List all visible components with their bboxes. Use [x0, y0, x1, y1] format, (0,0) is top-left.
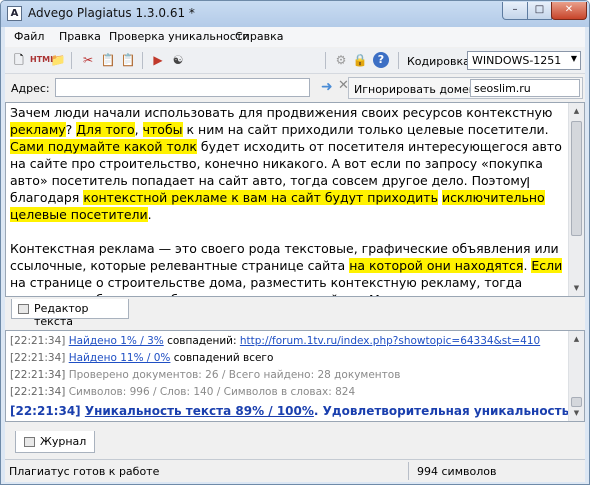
- chevron-down-icon: ▼: [570, 54, 577, 63]
- document-icon: [18, 304, 29, 314]
- client-area: Файл Правка Проверка уникальности Справк…: [5, 27, 585, 482]
- log-match-link[interactable]: Найдено 1% / 3%: [69, 335, 164, 347]
- menu-check-uniqueness[interactable]: Проверка уникальности: [109, 30, 249, 43]
- ignore-domains-group: Игнорировать домены: seoslim.ru: [348, 77, 583, 99]
- app-window: A Advego Plagiatus 1.3.0.61 * – □ ✕ Файл…: [0, 0, 590, 485]
- maximize-button[interactable]: □: [527, 2, 552, 20]
- highlighted-fragment: Сами подумайте какой толк: [10, 139, 197, 154]
- encoding-label: Кодировка:: [407, 55, 474, 68]
- ignore-domains-input[interactable]: seoslim.ru: [470, 79, 580, 97]
- editor-paragraph[interactable]: Контекстная реклама — это своего рода те…: [10, 240, 567, 296]
- tab-journal[interactable]: Журнал: [15, 431, 95, 453]
- address-input[interactable]: [55, 78, 310, 97]
- title-bar: A Advego Plagiatus 1.3.0.61 * – □ ✕: [1, 1, 589, 27]
- toolbar-separator: [398, 52, 399, 69]
- text-fragment: ?: [65, 122, 77, 137]
- log-match-link[interactable]: Найдено 11% / 0%: [69, 352, 171, 364]
- text-fragment: .: [147, 207, 152, 222]
- text-cursor-icon: I: [526, 174, 531, 192]
- log-text: совпадений:: [163, 335, 240, 347]
- scroll-down-icon[interactable]: ▼: [569, 280, 584, 296]
- text-fragment: на странице о строительстве дома, размес…: [10, 275, 542, 296]
- log-text: Символов: 996 / Слов: 140 / Символов в с…: [68, 386, 356, 398]
- editor-paragraph[interactable]: Зачем люди начали использовать для продв…: [10, 104, 567, 223]
- close-button[interactable]: ✕: [551, 2, 587, 20]
- log-timestamp: [22:21:34]: [10, 369, 69, 381]
- log-timestamp: [22:21:34]: [10, 352, 69, 364]
- settings-icon[interactable]: ☯: [170, 52, 186, 68]
- highlighted-fragment: Если: [531, 258, 563, 273]
- text-editor[interactable]: Зачем люди начали использовать для продв…: [5, 102, 585, 297]
- text-fragment: ,: [134, 122, 143, 137]
- scroll-down-icon[interactable]: ▼: [569, 405, 584, 421]
- minimize-button[interactable]: –: [502, 2, 528, 20]
- status-message: Плагиатус готов к работе: [9, 465, 160, 478]
- log-match-link[interactable]: Уникальность текста 89% / 100%: [85, 404, 314, 418]
- lock-icon[interactable]: 🔒: [352, 52, 368, 68]
- log-text: Проверено документов: 26 / Всего найдено…: [68, 369, 401, 381]
- paste-icon[interactable]: 📋: [120, 52, 136, 68]
- menu-file[interactable]: Файл: [14, 30, 44, 43]
- character-count: 994 символов: [417, 465, 497, 478]
- text-fragment: к ним на сайт приходили только целевые п…: [182, 122, 549, 137]
- log-scrollbar[interactable]: ▲ ▼: [568, 331, 584, 421]
- status-bar: Плагиатус готов к работе 994 символов: [5, 459, 585, 482]
- app-logo-icon: A: [7, 6, 22, 21]
- highlighted-fragment: на которой они находятся: [349, 258, 524, 273]
- editor-content[interactable]: Зачем люди начали использовать для продв…: [10, 104, 567, 296]
- ignore-domains-label: Игнорировать домены:: [354, 83, 489, 96]
- highlighted-fragment: Для того: [76, 122, 135, 137]
- encoding-value: WINDOWS-1251: [472, 54, 562, 67]
- log-text: . Удовлетворительная уникальность текста…: [313, 404, 584, 418]
- log-line: [22:21:34] Уникальность текста 89% / 100…: [10, 404, 584, 418]
- new-document-icon[interactable]: 🗋: [11, 52, 27, 68]
- status-divider: [408, 462, 409, 480]
- menu-edit[interactable]: Правка: [59, 30, 101, 43]
- highlighted-fragment: чтобы: [142, 122, 183, 137]
- highlighted-fragment: контекстной рекламе к вам на сайт будут …: [83, 190, 438, 205]
- address-bar: Адрес: ➜ ✕ Игнорировать домены: seoslim.…: [5, 75, 585, 101]
- menu-bar: Файл Правка Проверка уникальности Справк…: [5, 27, 585, 47]
- cut-icon[interactable]: ✂: [80, 52, 96, 68]
- toolbar-separator: [71, 52, 72, 69]
- log-line: [22:21:34] Символов: 996 / Слов: 140 / С…: [10, 386, 355, 398]
- window-title: Advego Plagiatus 1.3.0.61 *: [28, 6, 195, 20]
- menu-help[interactable]: Справка: [235, 30, 283, 43]
- journal-icon: [24, 437, 35, 447]
- log-line: [22:21:34] Найдено 1% / 3% совпадений: h…: [10, 335, 540, 347]
- log-source-url[interactable]: http://forum.1tv.ru/index.php?showtopic=…: [240, 335, 540, 347]
- address-label: Адрес:: [11, 82, 50, 95]
- tab-text-editor-label: Редактор текста: [34, 302, 89, 328]
- gear-icon[interactable]: ⚙: [333, 52, 349, 68]
- highlighted-fragment: рекламу: [10, 122, 66, 137]
- text-fragment: Зачем люди начали использовать для продв…: [10, 105, 553, 120]
- toolbar: 🗋 HTML 📁 ✂ 📋 📋 ▶ ☯ ⚙ 🔒 ? Кодировка: WIND…: [5, 48, 585, 74]
- copy-icon[interactable]: 📋: [100, 52, 116, 68]
- scroll-up-icon[interactable]: ▲: [569, 331, 584, 347]
- scroll-up-icon[interactable]: ▲: [569, 103, 584, 119]
- results-log: [22:21:34] Найдено 1% / 3% совпадений: h…: [5, 330, 585, 422]
- toolbar-separator: [325, 52, 326, 69]
- encoding-select[interactable]: WINDOWS-1251 ▼: [467, 51, 581, 70]
- toolbar-separator: [142, 52, 143, 69]
- log-line: [22:21:34] Проверено документов: 26 / Вс…: [10, 369, 400, 381]
- tab-journal-label: Журнал: [40, 435, 87, 448]
- open-folder-icon[interactable]: 📁: [50, 52, 66, 68]
- help-icon[interactable]: ?: [373, 52, 389, 68]
- tab-text-editor[interactable]: Редактор текста: [11, 299, 129, 328]
- log-timestamp: [22:21:34]: [10, 386, 69, 398]
- scroll-thumb[interactable]: [571, 121, 582, 236]
- log-timestamp: [22:21:34]: [10, 335, 69, 347]
- log-text: совпадений всего: [170, 352, 274, 364]
- go-arrow-icon[interactable]: ➜: [321, 79, 333, 95]
- log-line: [22:21:34] Найдено 11% / 0% совпадений в…: [10, 352, 273, 364]
- open-html-icon[interactable]: HTML: [30, 52, 55, 68]
- check-uniqueness-icon[interactable]: ▶: [150, 52, 166, 68]
- log-timestamp: [22:21:34]: [10, 404, 85, 418]
- editor-scrollbar[interactable]: ▲ ▼: [568, 103, 584, 296]
